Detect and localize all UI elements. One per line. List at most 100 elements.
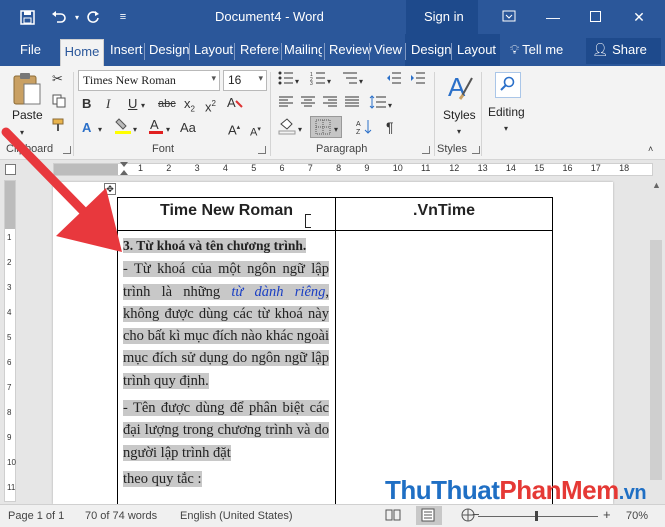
content-cell-left[interactable]: 3. Từ khoá và tên chương trình. - Từ kho… (117, 230, 336, 521)
show-formatting-icon[interactable]: ¶ (386, 118, 394, 136)
paragraph-group-label: Paragraph (316, 143, 368, 155)
person-icon: 👤︎ (592, 42, 609, 57)
svg-text:Z: Z (356, 129, 361, 136)
superscript-icon[interactable]: x2 (205, 95, 216, 116)
tab-home[interactable]: Home (60, 39, 104, 66)
numbering-icon[interactable]: 123 (310, 71, 326, 90)
language-indicator[interactable]: English (United States) (180, 510, 293, 522)
word-count[interactable]: 70 of 74 words (85, 510, 157, 522)
save-icon[interactable] (18, 8, 36, 26)
horizontal-ruler[interactable]: 1 2 3 4 5 6 7 8 9 10 11 12 13 14 15 16 17 18 (53, 162, 653, 176)
styles-icon[interactable]: A (446, 72, 474, 111)
tab-design[interactable]: Design (149, 41, 189, 66)
tab-mailings[interactable]: Mailing (284, 41, 322, 66)
shrink-font-icon[interactable]: A▾ (250, 121, 261, 142)
styles-launcher-icon[interactable] (472, 146, 480, 154)
document-table[interactable]: Time New Roman .VnTime 3. Từ khoá và tên… (117, 197, 553, 521)
find-icon[interactable] (495, 72, 521, 98)
align-right-icon[interactable] (322, 95, 338, 114)
tab-layout[interactable]: Layout (194, 41, 233, 66)
tab-table-design[interactable]: Design (411, 41, 451, 66)
multilevel-list-icon[interactable] (342, 71, 358, 90)
clear-formatting-icon[interactable]: A (227, 95, 243, 114)
multilevel-dropdown-icon[interactable]: ▾ (359, 73, 363, 91)
numbering-dropdown-icon[interactable]: ▾ (327, 73, 331, 91)
increase-indent-icon[interactable] (410, 71, 426, 90)
ruler-number: 5 (7, 333, 12, 342)
paragraph-launcher-icon[interactable] (422, 146, 430, 154)
sign-in-button[interactable]: Sign in (406, 0, 478, 34)
scrollbar-thumb[interactable] (650, 240, 662, 480)
line-spacing-icon[interactable] (369, 95, 387, 114)
grow-font-icon[interactable]: A▴ (228, 119, 240, 139)
editing-label[interactable]: Editing (488, 105, 525, 119)
chevron-down-icon: ▾ (258, 73, 263, 83)
borders-button[interactable]: ▾ (310, 116, 342, 138)
zoom-out-icon[interactable]: − (472, 507, 480, 522)
styles-dropdown-icon[interactable]: ▾ (457, 123, 461, 141)
ruler-number: 11 (7, 483, 16, 492)
ribbon-display-options-icon[interactable] (498, 6, 520, 28)
cut-icon[interactable]: ✂ (52, 70, 63, 88)
font-color-icon[interactable]: A (148, 117, 164, 140)
font-group-label: Font (152, 143, 175, 155)
scroll-up-icon[interactable]: ▲ (652, 180, 661, 190)
minimize-icon[interactable]: — (542, 6, 564, 28)
bullets-icon[interactable] (278, 71, 294, 90)
svg-text:A: A (150, 117, 159, 132)
tell-me-box[interactable]: 💡︎ Tell me (510, 41, 563, 66)
align-left-icon[interactable] (278, 95, 294, 114)
svg-text:A: A (356, 121, 361, 128)
sort-icon[interactable]: AZ (356, 118, 374, 141)
highlight-dropdown-icon[interactable]: ▾ (133, 121, 137, 139)
tab-view[interactable]: View (374, 41, 402, 66)
tab-review[interactable]: Review (329, 41, 372, 66)
read-mode-icon[interactable] (385, 508, 401, 525)
line-spacing-dropdown-icon[interactable]: ▾ (388, 97, 392, 115)
ruler-number: 18 (619, 163, 630, 173)
editing-dropdown-icon[interactable]: ▾ (504, 120, 508, 138)
zoom-level[interactable]: 70% (626, 510, 648, 522)
tab-file[interactable]: File (20, 41, 41, 66)
decrease-indent-icon[interactable] (386, 71, 402, 90)
bullets-dropdown-icon[interactable]: ▾ (295, 73, 299, 91)
shading-icon[interactable] (278, 117, 296, 140)
justify-icon[interactable] (344, 95, 360, 114)
svg-text:3: 3 (310, 81, 313, 85)
collapse-ribbon-icon[interactable]: ˄ (648, 140, 653, 158)
print-layout-icon[interactable] (416, 506, 442, 525)
paragraph-keywords: - Từ khoá của một ngôn ngữ lập trình là … (123, 261, 330, 389)
subscript-icon[interactable]: x2 (184, 95, 195, 119)
font-color-dropdown-icon[interactable]: ▾ (166, 121, 170, 139)
paste-icon[interactable] (12, 72, 42, 113)
zoom-slider[interactable] (478, 516, 598, 517)
font-launcher-icon[interactable] (258, 146, 266, 154)
header-cell-vntime[interactable]: .VnTime (335, 197, 553, 231)
styles-label[interactable]: Styles (443, 108, 476, 122)
maximize-icon[interactable] (584, 6, 606, 28)
i-beam-cursor-icon (305, 214, 311, 228)
shading-dropdown-icon[interactable]: ▾ (298, 121, 302, 139)
close-icon[interactable]: ✕ (628, 6, 650, 28)
zoom-in-icon[interactable]: + (603, 507, 611, 522)
font-name-combo[interactable]: Times New Roman ▾ (78, 70, 220, 91)
page-count[interactable]: Page 1 of 1 (8, 510, 64, 522)
ruler-number: 1 (138, 163, 144, 173)
share-button[interactable]: 👤︎ Share (586, 38, 661, 64)
share-label: Share (612, 42, 647, 57)
tab-insert[interactable]: Insert (110, 41, 143, 66)
align-center-icon[interactable] (300, 95, 316, 114)
tab-table-layout[interactable]: Layout (457, 41, 496, 66)
header-cell-time-new-roman[interactable]: Time New Roman (117, 197, 336, 231)
undo-icon[interactable] (50, 8, 68, 26)
tab-references[interactable]: Referer (240, 41, 280, 66)
font-size-combo[interactable]: 16 ▾ (223, 70, 267, 91)
tell-me-label: Tell me (522, 42, 564, 57)
vertical-scrollbar[interactable]: ▲ (647, 178, 665, 504)
change-case-icon[interactable]: Aa (180, 119, 196, 137)
zoom-slider-thumb[interactable] (535, 511, 538, 521)
customize-toolbar-icon[interactable]: ≡ (114, 8, 132, 26)
underline-dropdown-icon[interactable]: ▾ (141, 97, 145, 115)
redo-icon[interactable] (84, 8, 102, 26)
strikethrough-icon[interactable]: abc (158, 95, 176, 113)
